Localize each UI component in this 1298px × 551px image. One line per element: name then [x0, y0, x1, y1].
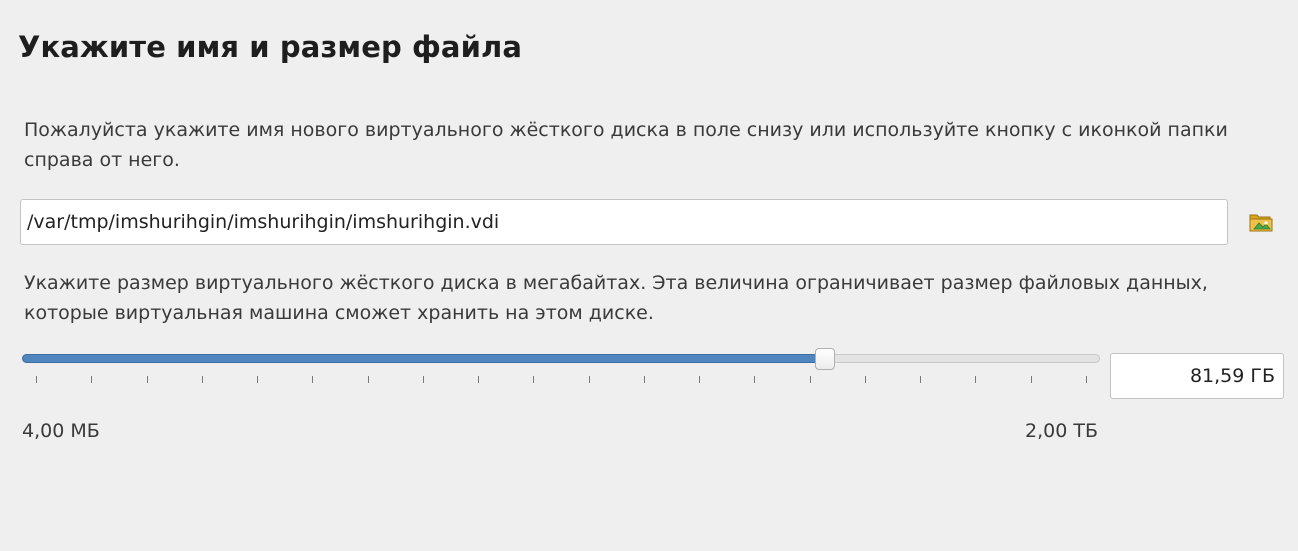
slider-tick [643, 376, 645, 383]
slider-tick [201, 376, 203, 383]
size-description: Укажите размер виртуального жёсткого дис… [24, 272, 1208, 324]
slider-tick [257, 376, 259, 383]
slider-tick [312, 376, 314, 383]
folder-icon [1249, 214, 1273, 232]
slider-tick [920, 376, 922, 383]
disk-path-input[interactable] [20, 199, 1228, 245]
slider-tick [1030, 376, 1032, 383]
slider-tick [588, 376, 590, 383]
slider-tick [91, 376, 93, 383]
disk-size-input[interactable] [1110, 353, 1284, 399]
slider-tick [146, 376, 148, 383]
disk-file-location-and-size-page: Укажите имя и размер файла Пожалуйста ук… [0, 0, 1298, 551]
slider-tick [478, 376, 480, 383]
slider-max-label: 2,00 ТБ [1025, 420, 1098, 442]
slider-tick [699, 376, 701, 383]
slider-tick [422, 376, 424, 383]
slider-ticks [22, 376, 1100, 384]
slider-tick [36, 376, 37, 383]
slider-tick [975, 376, 977, 383]
slider-tick [367, 376, 369, 383]
slider-tick [533, 376, 535, 383]
page-title: Укажите имя и размер файла [18, 30, 522, 64]
disk-size-slider[interactable] [22, 346, 1100, 392]
slider-tick [809, 376, 811, 383]
slider-handle[interactable] [815, 348, 836, 370]
choose-location-button[interactable] [1244, 205, 1278, 239]
location-description: Пожалуйста укажите имя нового виртуально… [24, 119, 1228, 171]
slider-tick [1086, 376, 1087, 383]
slider-tick [864, 376, 866, 383]
slider-min-label: 4,00 МБ [22, 420, 100, 442]
slider-tick [754, 376, 756, 383]
slider-fill [22, 354, 826, 363]
